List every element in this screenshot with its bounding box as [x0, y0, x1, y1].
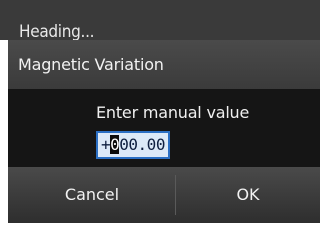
- dialog-title-bar: Magnetic Variation: [8, 41, 320, 89]
- screen: Heading... Magnetic Variation Enter manu…: [0, 0, 320, 245]
- dialog-button-bar: Cancel OK: [8, 167, 320, 223]
- value-remaining-digits: 00.00: [119, 135, 165, 154]
- background-header: Heading...: [0, 0, 320, 42]
- background-title: Heading...: [19, 22, 95, 42]
- magnetic-variation-dialog: Magnetic Variation Enter manual value +0…: [8, 40, 320, 223]
- prompt-label: Enter manual value: [96, 103, 250, 122]
- ok-button[interactable]: OK: [176, 167, 320, 223]
- cancel-button[interactable]: Cancel: [8, 167, 176, 223]
- manual-value-input[interactable]: +000.00: [96, 131, 170, 159]
- dialog-title: Magnetic Variation: [18, 55, 164, 74]
- dialog-body: Enter manual value +000.00: [8, 89, 320, 167]
- value-cursor-digit[interactable]: 0: [110, 135, 120, 154]
- value-sign: +: [101, 135, 111, 154]
